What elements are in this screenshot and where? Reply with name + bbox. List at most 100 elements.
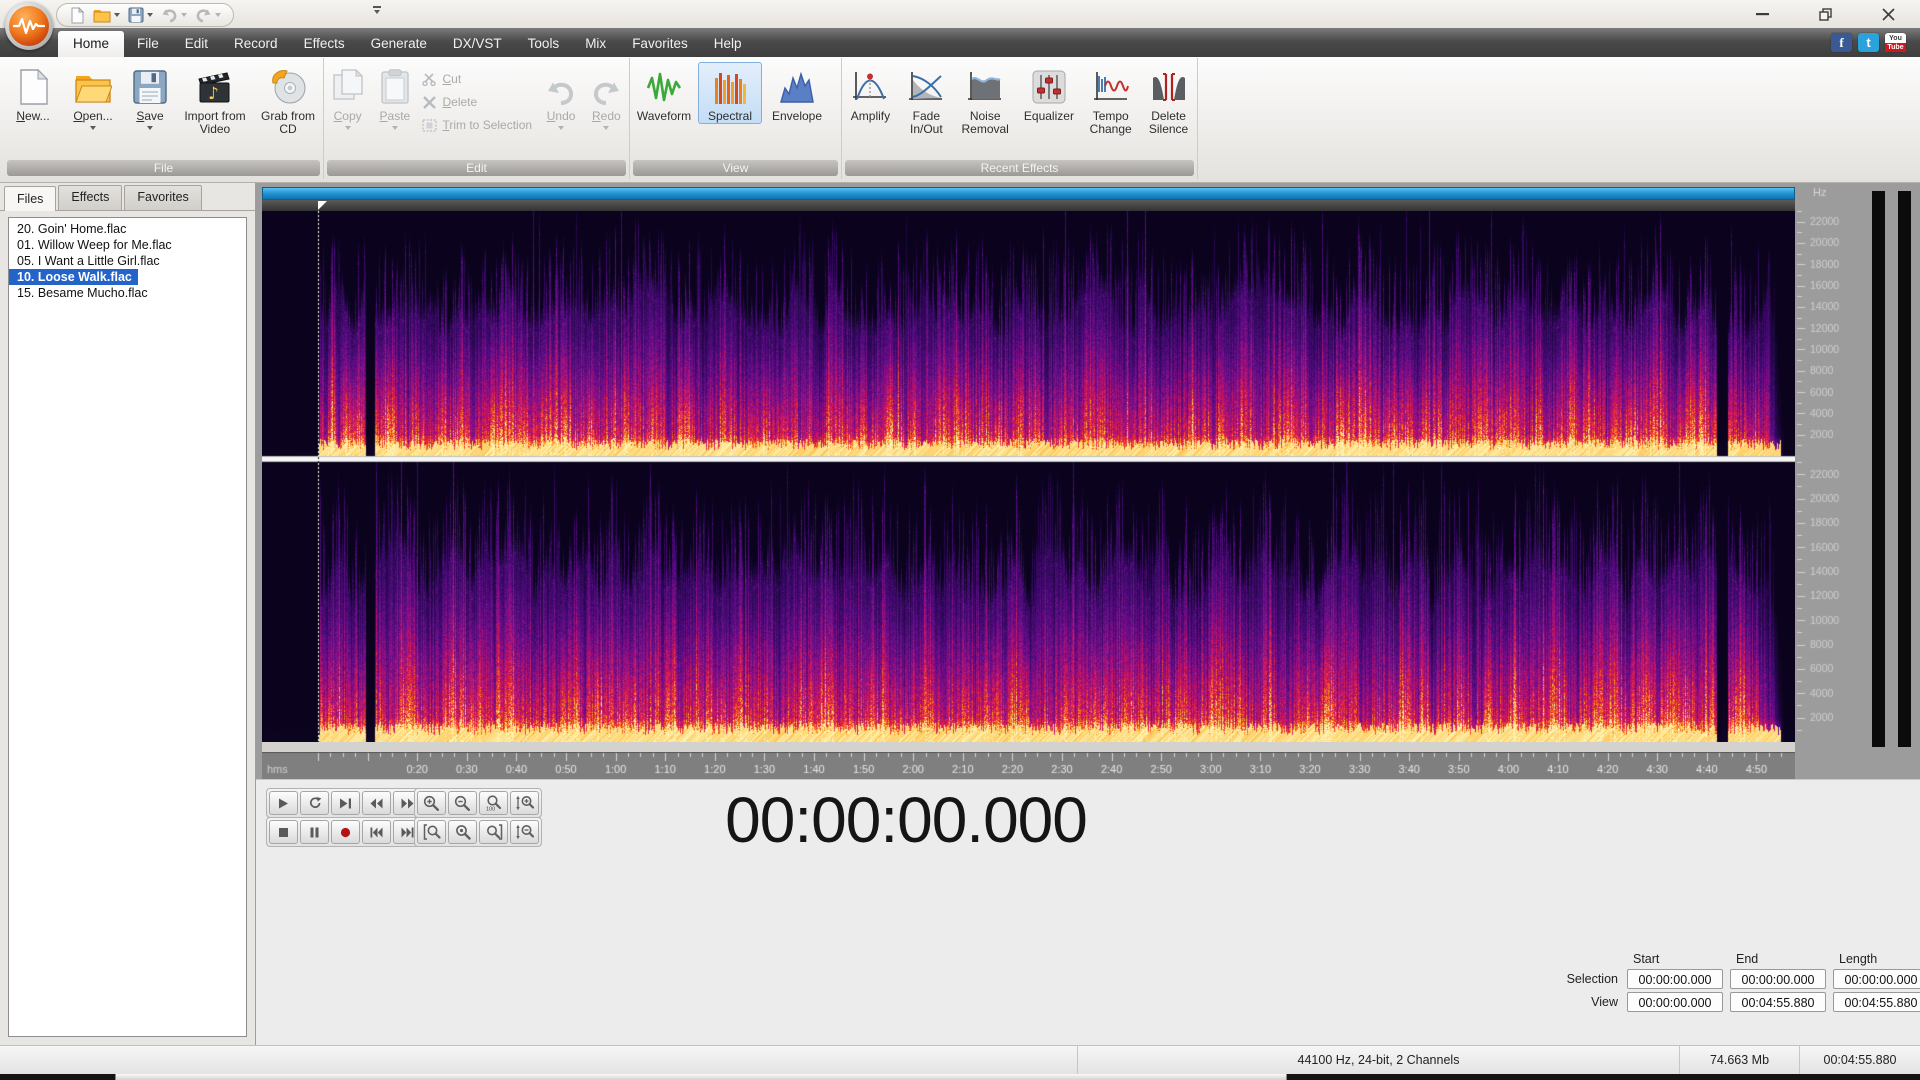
delete-silence-button[interactable]: Delete Silence (1140, 62, 1197, 137)
open-dropdown-caret[interactable] (90, 126, 96, 130)
undo-button[interactable]: Undo (538, 62, 583, 131)
playhead-marker[interactable] (318, 201, 327, 210)
spectrogram-view[interactable] (262, 211, 1795, 742)
customize-quick-access-button[interactable] (370, 6, 384, 22)
ribbon-group-edit: Copy Paste Cut Delete Trim to Selection … (324, 58, 630, 179)
zoom-100-icon[interactable]: 100 (479, 791, 508, 815)
group-label-recent-effects: Recent Effects (845, 160, 1194, 176)
rewind-button[interactable] (362, 791, 391, 815)
zoom-vertical-out-icon[interactable] (510, 820, 539, 844)
timeline-ruler[interactable] (262, 752, 1795, 779)
time-field[interactable]: 00:00:00.000 (1833, 969, 1920, 989)
tab-effects[interactable]: Effects (291, 31, 358, 57)
time-field[interactable]: 00:00:00.000 (1627, 969, 1723, 989)
zoom-out-icon[interactable] (448, 791, 477, 815)
open-button[interactable]: Open... (62, 62, 124, 131)
waveform-view-button[interactable]: Waveform (630, 62, 698, 124)
minimize-button[interactable] (1744, 3, 1780, 25)
import-from-video-button[interactable]: ♪ Import from Video (176, 62, 254, 137)
quick-access-toolbar (56, 3, 234, 27)
save-button[interactable]: Save (124, 62, 176, 131)
stop-button[interactable] (269, 820, 298, 844)
zoom-selection-end-icon[interactable] (479, 820, 508, 844)
file-list-item[interactable]: 15. Besame Mucho.flac (9, 285, 246, 301)
tab-edit[interactable]: Edit (172, 31, 221, 57)
tab-help[interactable]: Help (701, 31, 755, 57)
selection-header-row: Start End Length (1552, 952, 1920, 966)
tab-tools[interactable]: Tools (515, 31, 573, 57)
undo-icon[interactable] (159, 7, 189, 24)
amplify-button[interactable]: Amplify (842, 62, 899, 124)
cut-button[interactable]: Cut (418, 72, 538, 86)
new-button[interactable]: New... (4, 62, 62, 124)
trim-to-selection-button[interactable]: Trim to Selection (418, 118, 538, 132)
copy-button[interactable]: Copy (324, 62, 371, 131)
time-row-view: View 00:00:00.000 00:04:55.880 00:04:55.880 (1552, 992, 1920, 1012)
facebook-icon[interactable]: f (1831, 33, 1852, 52)
grab-cd-icon (269, 67, 307, 107)
equalizer-button[interactable]: Equalizer (1017, 62, 1082, 124)
youtube-icon[interactable]: You Tube (1885, 33, 1906, 52)
close-button[interactable] (1870, 3, 1906, 25)
tab-file[interactable]: File (124, 31, 172, 57)
file-list-item[interactable]: 01. Willow Weep for Me.flac (9, 237, 246, 253)
status-sample-info: 44100 Hz, 24-bit, 2 Channels (1078, 1046, 1680, 1074)
tab-favorites[interactable]: Favorites (619, 31, 701, 57)
spectral-view-button[interactable]: Spectral (698, 62, 762, 124)
new-document-icon[interactable] (67, 6, 87, 25)
file-list-item[interactable]: 05. I Want a Little Girl.flac (9, 253, 246, 269)
file-list-item[interactable]: 10. Loose Walk.flac (9, 269, 138, 285)
save-icon (133, 67, 167, 107)
column-header-length: Length (1839, 952, 1878, 966)
zoom-selection-start-icon[interactable] (417, 820, 446, 844)
envelope-view-button[interactable]: Envelope (762, 62, 832, 124)
restore-button[interactable] (1808, 3, 1844, 25)
horizontal-overview-scrollbar[interactable] (262, 187, 1795, 200)
paste-button[interactable]: Paste (371, 62, 418, 131)
app-logo-icon[interactable] (5, 2, 53, 50)
time-field[interactable]: 00:04:55.880 (1730, 992, 1826, 1012)
play-to-end-button[interactable] (331, 791, 360, 815)
zoom-in-icon[interactable] (417, 791, 446, 815)
tempo-change-button[interactable]: Tempo Change (1081, 62, 1140, 137)
save-dropdown-caret[interactable] (147, 126, 153, 130)
paste-dropdown-caret (391, 126, 398, 130)
side-tab-files[interactable]: Files (4, 186, 57, 211)
tab-dx-vst[interactable]: DX/VST (440, 31, 515, 57)
zoom-selection-icon[interactable] (448, 820, 477, 844)
undo-icon (546, 79, 576, 107)
redo-icon[interactable] (193, 7, 223, 24)
loop-playback-button[interactable] (300, 791, 329, 815)
grab-from-cd-button[interactable]: Grab from CD (254, 62, 322, 137)
redo-button[interactable]: Redo (584, 62, 629, 131)
social-links: f t You Tube (1831, 33, 1906, 52)
play-button[interactable] (269, 791, 298, 815)
file-list[interactable]: 20. Goin' Home.flac 01. Willow Weep for M… (8, 217, 247, 1037)
pause-button[interactable] (300, 820, 329, 844)
zoom-vertical-in-icon[interactable] (510, 791, 539, 815)
ribbon: New... Open... Save ♪ Import from Video … (0, 57, 1920, 183)
delete-button[interactable]: Delete (418, 95, 538, 109)
record-button[interactable] (331, 820, 360, 844)
tempo-icon (1093, 67, 1129, 107)
save-file-icon[interactable] (126, 6, 155, 24)
spectral-icon (713, 67, 747, 107)
tab-generate[interactable]: Generate (358, 31, 440, 57)
import-video-icon: ♪ (195, 67, 235, 107)
marker-strip[interactable] (262, 200, 1795, 211)
tab-home[interactable]: Home (58, 31, 125, 57)
open-file-icon[interactable] (91, 7, 122, 24)
time-field[interactable]: 00:00:00.000 (1730, 969, 1826, 989)
go-to-start-button[interactable] (362, 820, 391, 844)
time-field[interactable]: 00:00:00.000 (1627, 992, 1723, 1012)
tab-record[interactable]: Record (221, 31, 291, 57)
frequency-ruler (1797, 183, 1873, 779)
time-field[interactable]: 00:04:55.880 (1833, 992, 1920, 1012)
side-tab-favorites[interactable]: Favorites (124, 185, 202, 210)
side-tab-effects[interactable]: Effects (58, 185, 123, 210)
file-list-item[interactable]: 20. Goin' Home.flac (9, 221, 246, 237)
fade-in-out-button[interactable]: Fade In/Out (899, 62, 954, 137)
tab-mix[interactable]: Mix (572, 31, 619, 57)
twitter-icon[interactable]: t (1858, 33, 1879, 52)
noise-removal-button[interactable]: Noise Removal (954, 62, 1017, 137)
